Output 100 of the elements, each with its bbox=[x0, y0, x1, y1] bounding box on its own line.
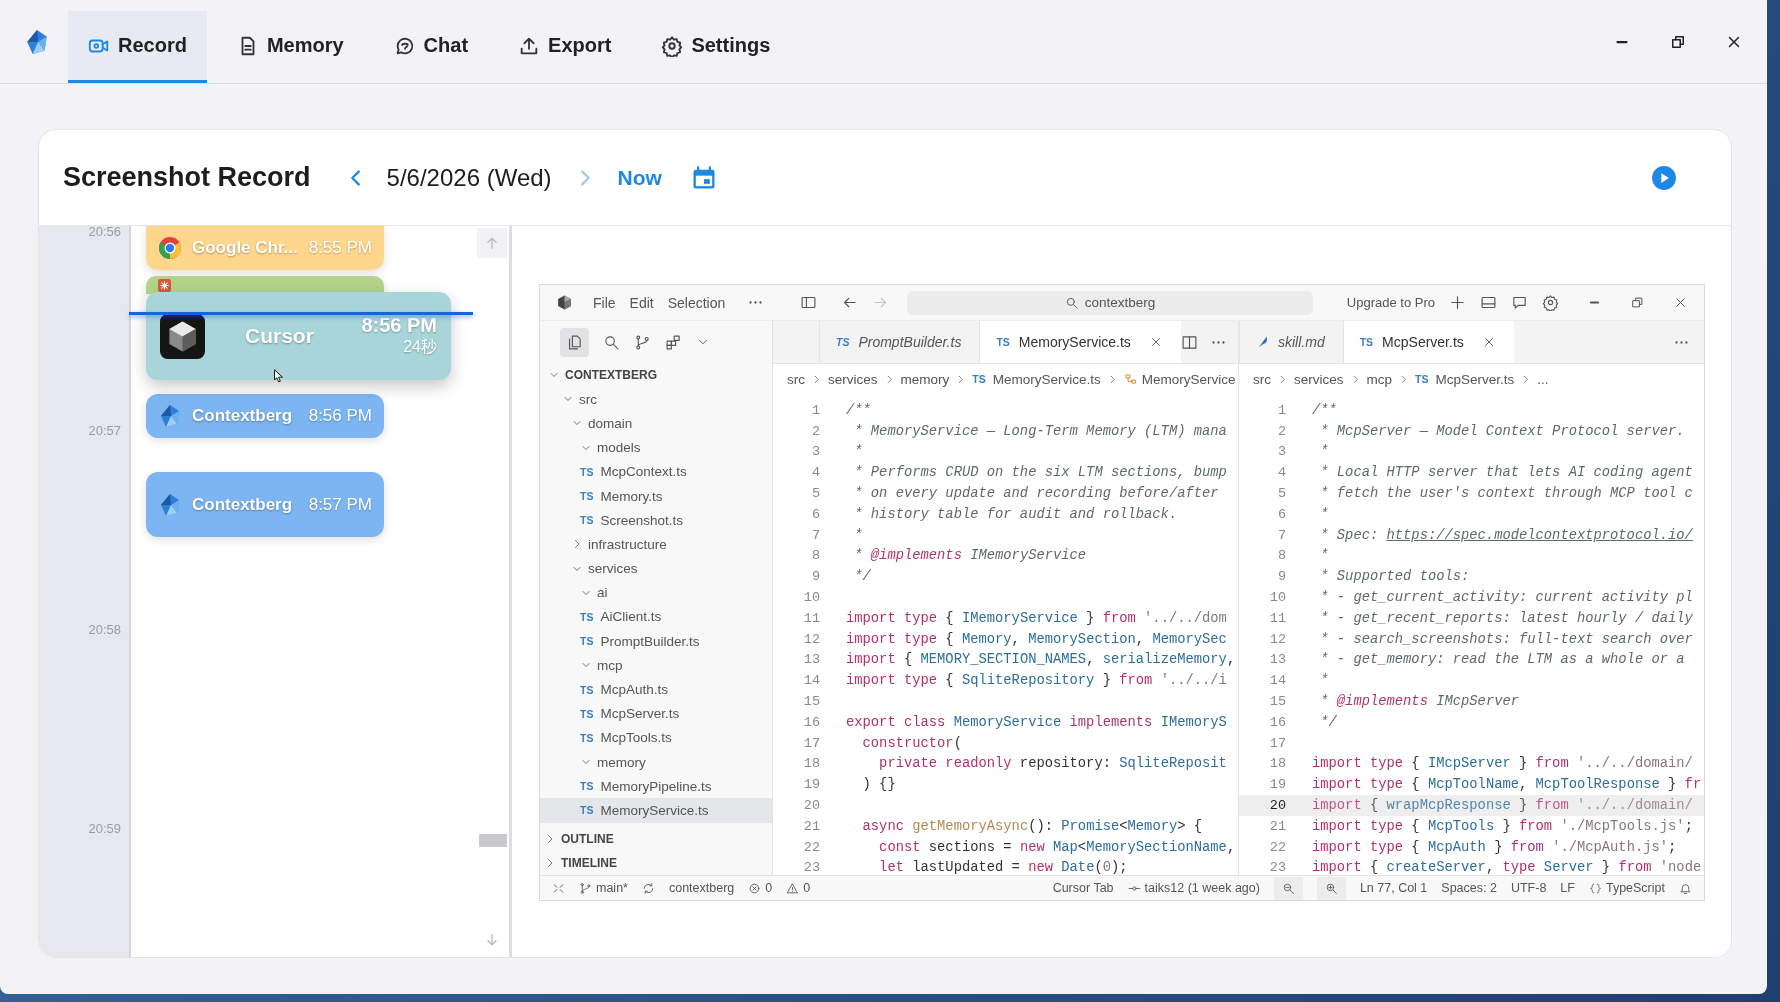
status-item[interactable]: Ln 77, Col 1 bbox=[1359, 881, 1428, 895]
menu-item[interactable]: Edit bbox=[629, 294, 654, 311]
breadcrumb[interactable]: memory bbox=[900, 371, 950, 387]
tree-item[interactable]: mcp bbox=[540, 653, 772, 678]
tree-item[interactable]: TS Memory.ts bbox=[540, 483, 772, 509]
line-number: 1 bbox=[1276, 402, 1286, 418]
panel-section-header[interactable]: OUTLINE bbox=[540, 827, 772, 851]
settings-icon bbox=[661, 34, 684, 57]
editor-tab[interactable]: TS McpServer.ts bbox=[1342, 321, 1514, 363]
explorer-header[interactable]: CONTEXTBERG bbox=[540, 363, 772, 388]
time-label: 20:59 bbox=[88, 821, 121, 836]
status-item[interactable]: taiks12 (1 week ago) bbox=[1127, 881, 1260, 895]
bell-icon[interactable] bbox=[1679, 881, 1692, 895]
breadcrumb[interactable]: mcp bbox=[1366, 371, 1393, 387]
play-icon[interactable] bbox=[1651, 164, 1677, 191]
sidebar-toggle-icon[interactable] bbox=[800, 294, 818, 311]
breadcrumb[interactable]: src bbox=[787, 371, 805, 387]
panel-icon[interactable] bbox=[1480, 294, 1497, 311]
line-number: 19 bbox=[1268, 777, 1286, 793]
breadcrumb[interactable]: TS McpServer.ts bbox=[1415, 371, 1515, 387]
breadcrumb[interactable]: services bbox=[828, 371, 878, 387]
close-icon[interactable] bbox=[1673, 295, 1688, 310]
zoom-in-icon[interactable] bbox=[1316, 876, 1346, 900]
file-type-label: TS bbox=[580, 635, 594, 648]
status-item[interactable]: UTF-8 bbox=[1510, 881, 1547, 895]
tree-item[interactable]: TS MemoryService.ts bbox=[540, 798, 772, 823]
search-icon[interactable] bbox=[603, 333, 620, 351]
menu-item[interactable]: Selection bbox=[667, 294, 726, 311]
upgrade-link[interactable]: Upgrade to Pro bbox=[1346, 295, 1435, 310]
status-item[interactable]: Spaces: 2 bbox=[1441, 881, 1497, 895]
tree-item[interactable]: domain bbox=[540, 411, 772, 436]
browser-icon bbox=[158, 236, 182, 260]
status-item[interactable]: contextberg bbox=[668, 881, 735, 895]
tree-item[interactable]: memory bbox=[540, 750, 772, 775]
editor-tab[interactable]: TS MemoryService.ts bbox=[979, 321, 1181, 363]
status-item[interactable]: Cursor Tab bbox=[1052, 881, 1114, 895]
tree-item[interactable]: TS McpTools.ts bbox=[540, 725, 772, 750]
time-label: 8:56 PM bbox=[361, 314, 437, 337]
nav-tab[interactable]: Memory bbox=[216, 11, 364, 83]
panel-section-header[interactable]: TIMELINE bbox=[540, 851, 772, 875]
tree-item[interactable]: services bbox=[540, 556, 772, 581]
tree-item[interactable]: TS McpServer.ts bbox=[540, 701, 772, 726]
braces-icon bbox=[1588, 881, 1602, 895]
code-line: * bbox=[1319, 444, 1329, 460]
tree-item[interactable]: infrastructure bbox=[540, 532, 772, 557]
status-item[interactable]: LF bbox=[1560, 881, 1575, 895]
breadcrumb[interactable]: services bbox=[1294, 371, 1344, 387]
status-item[interactable]: main* bbox=[579, 881, 628, 895]
line-number: 14 bbox=[802, 673, 820, 689]
split-editor-icon[interactable] bbox=[1180, 333, 1198, 351]
status-item[interactable]: 0 bbox=[748, 881, 773, 895]
code-line: import type { McpToolName, McpToolResponse } fr bbox=[1312, 777, 1702, 793]
chat-icon[interactable] bbox=[1511, 294, 1528, 311]
file-type-label: TS bbox=[1359, 336, 1374, 348]
search-field[interactable]: contextberg bbox=[907, 290, 1313, 315]
code-line: import { createServer, type Server } from 'node bbox=[1312, 860, 1702, 875]
nav-tab[interactable]: Export bbox=[498, 11, 632, 83]
tree-item[interactable]: ai bbox=[540, 580, 772, 605]
nav-tab[interactable]: Record bbox=[68, 11, 207, 83]
code-line: * fetch the user's context through MCP tool c bbox=[1319, 486, 1693, 502]
status-item[interactable]: 0 bbox=[786, 881, 811, 895]
tree-item[interactable]: TS PromptBuilder.ts bbox=[540, 629, 772, 654]
tree-item[interactable]: src bbox=[540, 387, 772, 412]
tree-item[interactable]: models bbox=[540, 435, 772, 460]
tree-item[interactable]: TS McpContext.ts bbox=[540, 459, 772, 484]
sync-icon[interactable] bbox=[641, 881, 655, 895]
status-item[interactable]: TypeScript bbox=[1588, 881, 1665, 895]
line-number: 16 bbox=[802, 714, 820, 730]
code-line: * Supported tools: bbox=[1319, 569, 1470, 585]
tree-item[interactable]: TS McpAuth.ts bbox=[540, 677, 772, 702]
settings-icon[interactable] bbox=[1542, 294, 1559, 311]
breadcrumb[interactable]: TS MemoryService.ts bbox=[972, 371, 1101, 387]
file-type-label: TS bbox=[580, 731, 594, 744]
nav-tab[interactable]: Settings bbox=[641, 11, 791, 83]
burst-icon bbox=[158, 279, 171, 292]
now-button[interactable]: Now bbox=[617, 165, 662, 190]
breadcrumb[interactable]: ... bbox=[1537, 371, 1549, 387]
zoom-out-icon[interactable] bbox=[1273, 876, 1303, 900]
files-icon[interactable] bbox=[560, 327, 589, 357]
link[interactable]: https://spec.modelcontextprotocol.io/ bbox=[1386, 527, 1693, 543]
menu-item[interactable]: File bbox=[593, 294, 616, 311]
nav-tab[interactable]: Chat bbox=[373, 11, 489, 83]
tree-item[interactable]: TS MemoryPipeline.ts bbox=[540, 774, 772, 799]
extensions-icon[interactable] bbox=[665, 333, 682, 351]
time-label: 8:56 PM bbox=[308, 406, 372, 426]
file-type-label: TS bbox=[580, 610, 594, 623]
code-line: import { wrapMcpResponse } from '../../domain/ bbox=[1312, 798, 1693, 814]
tree-item[interactable]: TS Screenshot.ts bbox=[540, 508, 772, 533]
breadcrumb[interactable]: MemoryService bbox=[1123, 371, 1236, 387]
editor-tab[interactable]: skill.md bbox=[1239, 321, 1343, 363]
branch-icon[interactable] bbox=[634, 333, 651, 351]
feather-icon bbox=[1256, 335, 1270, 349]
plus-icon[interactable] bbox=[1449, 294, 1466, 311]
scrollbar-thumb[interactable] bbox=[479, 834, 507, 847]
tree-item[interactable]: TS AiClient.ts bbox=[540, 604, 772, 630]
code-line: /** bbox=[846, 402, 871, 418]
file-type-label: TS bbox=[580, 465, 594, 478]
breadcrumb[interactable]: src bbox=[1253, 371, 1271, 387]
error-icon bbox=[748, 881, 762, 895]
line-number: 10 bbox=[802, 590, 820, 606]
